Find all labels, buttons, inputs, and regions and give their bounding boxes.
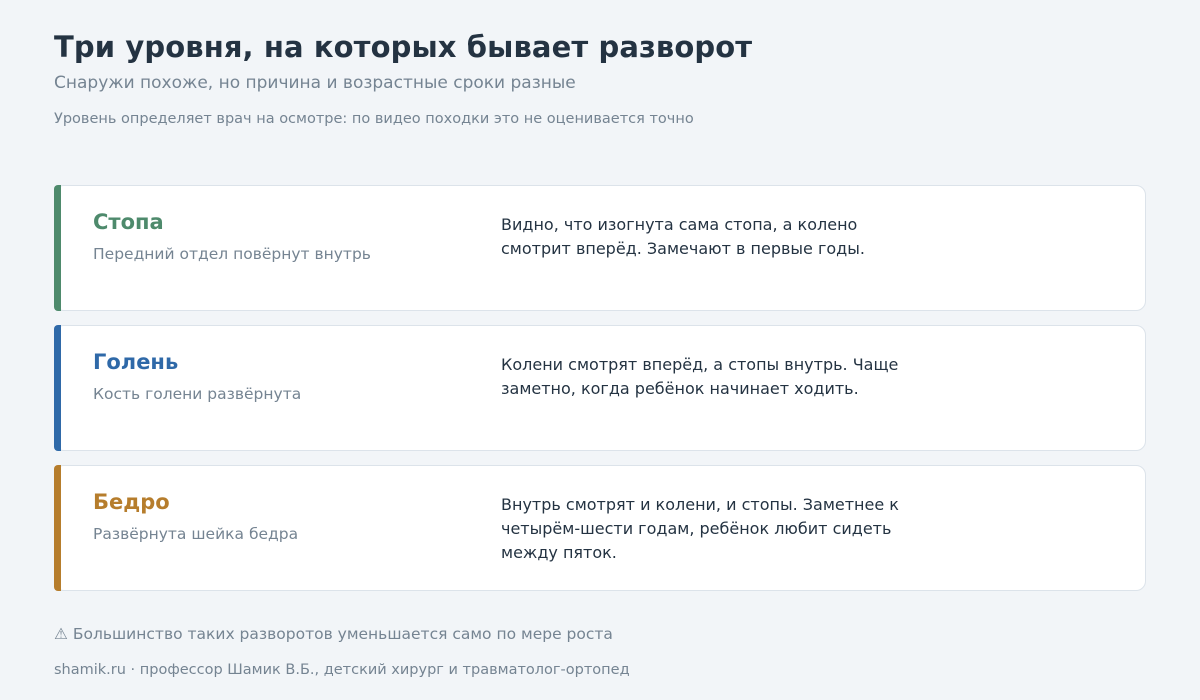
page-title: Три уровня, на которых бывает разворот — [54, 30, 753, 64]
warning-note: ⚠ Большинство таких разворотов уменьшает… — [54, 625, 613, 643]
footer-credit: shamik.ru · профессор Шамик В.Б., детски… — [54, 662, 630, 678]
page-note: Уровень определяет врач на осмотре: по в… — [54, 111, 694, 127]
warning-icon: ⚠ — [54, 625, 68, 643]
level-description: Колени смотрят вперёд, а стопы внутрь. Ч… — [501, 355, 899, 398]
level-name: Стопа — [93, 210, 164, 234]
card-accent-bar — [54, 465, 61, 591]
page-subtitle: Снаружи похоже, но причина и возрастные … — [54, 73, 576, 93]
warning-text: Большинство таких разворотов уменьшается… — [72, 625, 613, 643]
level-description: Видно, что изогнута сама стопа, а колено… — [501, 215, 865, 258]
level-caption: Кость голени развёрнута — [93, 385, 302, 403]
level-card-hip: Бедро Развёрнута шейка бедра Внутрь смот… — [54, 465, 1146, 591]
level-card-foot: Стопа Передний отдел повёрнут внутрь Вид… — [54, 185, 1146, 311]
levels-list: Стопа Передний отдел повёрнут внутрь Вид… — [54, 185, 1146, 605]
level-caption: Развёрнута шейка бедра — [93, 525, 299, 543]
level-name: Голень — [93, 350, 179, 374]
level-caption: Передний отдел повёрнут внутрь — [93, 245, 371, 263]
card-accent-bar — [54, 325, 61, 451]
card-accent-bar — [54, 185, 61, 311]
level-name: Бедро — [93, 490, 170, 514]
level-description: Внутрь смотрят и колени, и стопы. Заметн… — [501, 495, 899, 562]
level-card-shin: Голень Кость голени развёрнута Колени см… — [54, 325, 1146, 451]
